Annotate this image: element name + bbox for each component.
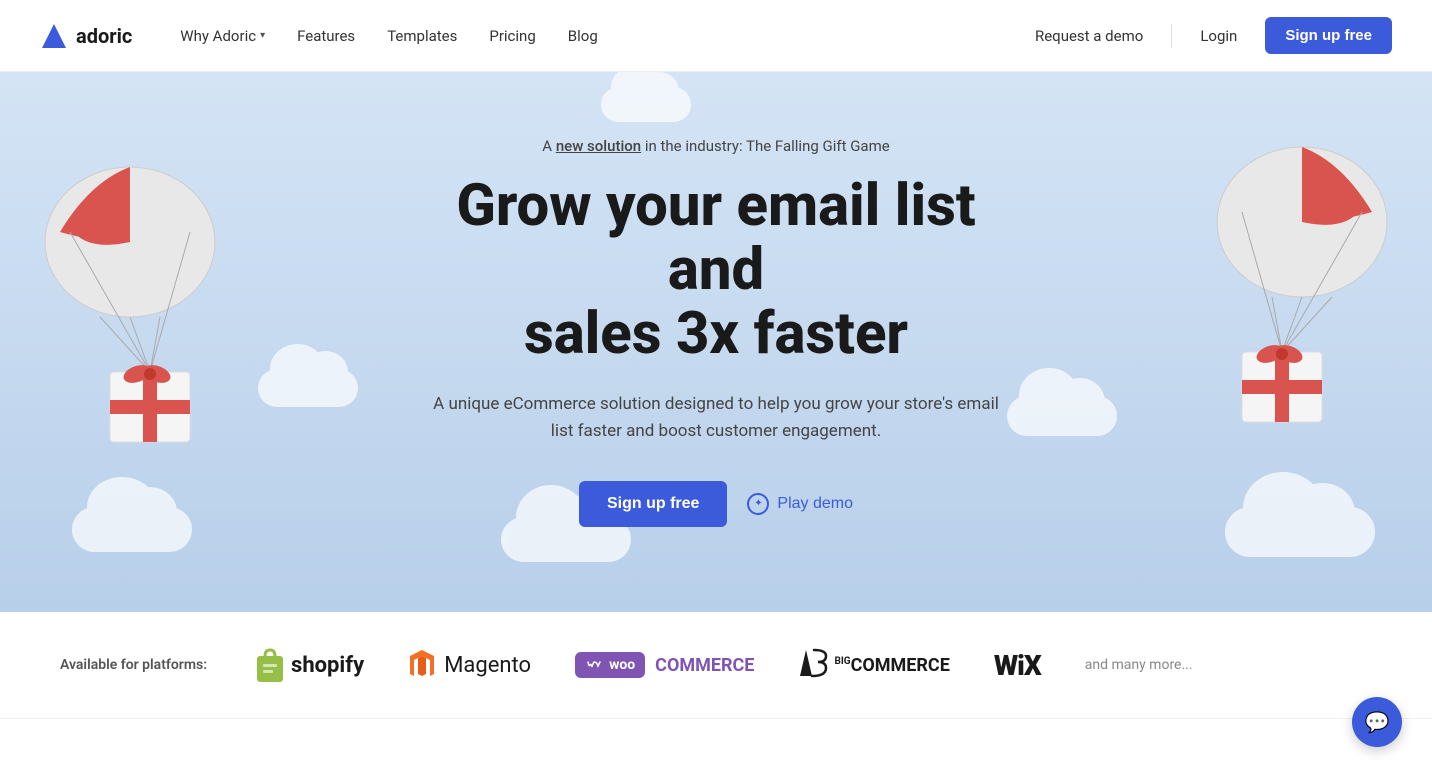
- hero-signup-button[interactable]: Sign up free: [579, 481, 727, 527]
- hero-buttons: Sign up free ✦ Play demo: [426, 481, 1006, 527]
- announcement-underline: new solution: [556, 137, 641, 155]
- woo-icon: [585, 656, 603, 674]
- cloud-1: [72, 507, 192, 552]
- wix-text: WiX: [994, 649, 1041, 682]
- commerce-text: COMMERCE: [655, 655, 754, 676]
- login-link[interactable]: Login: [1188, 19, 1249, 53]
- logo[interactable]: adoric: [40, 22, 132, 50]
- shopify-icon: [255, 648, 285, 682]
- chevron-down-icon: ▾: [260, 30, 265, 41]
- bigcommerce-logo[interactable]: BIGCOMMERCE: [798, 648, 949, 682]
- hero-title: Grow your email list and sales 3x faster: [426, 175, 1006, 366]
- request-demo-link[interactable]: Request a demo: [1023, 19, 1155, 53]
- hero-content: A new solution in the industry: The Fall…: [406, 77, 1026, 607]
- chat-icon: 💬: [1365, 710, 1390, 734]
- navbar-left: adoric Why Adoric ▾ Features Templates P…: [40, 19, 610, 53]
- magento-icon: [408, 648, 436, 682]
- parachute-right: [1202, 132, 1402, 452]
- hero-demo-button[interactable]: ✦ Play demo: [747, 493, 853, 515]
- woo-text: woo: [609, 657, 635, 673]
- hero-subtitle: A unique eCommerce solution designed to …: [426, 391, 1006, 445]
- parachute-left: [30, 152, 230, 472]
- chat-button[interactable]: 💬: [1352, 697, 1402, 747]
- nav-links: Why Adoric ▾ Features Templates Pricing …: [168, 19, 609, 53]
- bigcommerce-icon: [798, 648, 830, 682]
- cloud-5: [1225, 507, 1375, 557]
- magento-text: Magento: [444, 653, 531, 678]
- bigcommerce-text: BIGCOMMERCE: [834, 655, 949, 676]
- shopify-text: shopify: [291, 653, 364, 678]
- nav-why-adoric[interactable]: Why Adoric ▾: [168, 19, 277, 53]
- navbar-right: Request a demo Login Sign up free: [1023, 17, 1392, 54]
- woo-badge: woo: [575, 652, 645, 678]
- platforms-label: Available for platforms:: [60, 657, 207, 673]
- nav-pricing[interactable]: Pricing: [477, 19, 547, 53]
- logo-text: adoric: [76, 24, 132, 48]
- magento-logo[interactable]: Magento: [408, 648, 531, 682]
- nav-blog[interactable]: Blog: [556, 19, 610, 53]
- nav-features[interactable]: Features: [285, 19, 367, 53]
- wix-logo[interactable]: WiX: [994, 649, 1041, 682]
- signup-button[interactable]: Sign up free: [1265, 17, 1392, 54]
- woocommerce-logo[interactable]: woo COMMERCE: [575, 652, 754, 678]
- platform-logos: shopify Magento woo COMMERCE: [255, 648, 1372, 682]
- logo-icon: [40, 22, 68, 50]
- platforms-bar: Available for platforms: shopify Magento: [0, 612, 1432, 719]
- hero-announcement: A new solution in the industry: The Fall…: [426, 137, 1006, 155]
- hero-section: A new solution in the industry: The Fall…: [0, 72, 1432, 612]
- divider: [1171, 24, 1172, 48]
- nav-templates[interactable]: Templates: [375, 19, 469, 53]
- play-icon: ✦: [747, 493, 769, 515]
- cloud-2: [258, 369, 358, 407]
- shopify-logo[interactable]: shopify: [255, 648, 364, 682]
- navbar: adoric Why Adoric ▾ Features Templates P…: [0, 0, 1432, 72]
- and-more-text: and many more...: [1085, 657, 1193, 673]
